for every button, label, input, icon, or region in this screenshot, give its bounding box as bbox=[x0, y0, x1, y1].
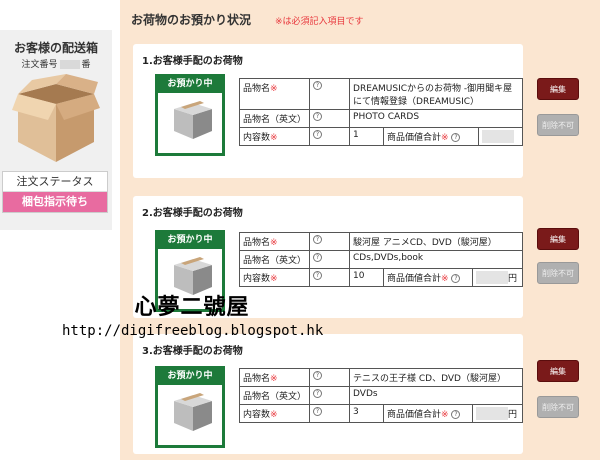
item-name-value: 駿河屋 アニメCD、DVD（駿河屋） bbox=[349, 232, 523, 251]
value-total-header: 商品価値合計※ ? bbox=[383, 268, 473, 287]
delete-disabled-button: 削除不可 bbox=[537, 262, 579, 284]
order-number-masked bbox=[59, 60, 80, 69]
watermark-title: 心夢二號屋 bbox=[134, 295, 250, 320]
help-icon[interactable]: ? bbox=[309, 78, 351, 110]
package-status-panel: お荷物のお預かり状況 ※は必須記入項目です 1.お客様手配のお荷物 お預かり中 品… bbox=[120, 0, 600, 460]
order-number: 注文番号 番 bbox=[0, 57, 112, 70]
item-name-header: 品物名※ bbox=[238, 232, 311, 251]
order-number-suffix: 番 bbox=[81, 60, 91, 70]
required-note: ※は必須記入項目です bbox=[275, 17, 364, 27]
item-name-en-value: CDs,DVDs,book bbox=[349, 250, 523, 269]
help-icon[interactable]: ? bbox=[451, 410, 461, 419]
package-card-title: 2.お客様手配のお荷物 bbox=[142, 208, 243, 219]
package-details-table: 品物名※ ? テニスの王子様 CD、DVD（駿河屋） 品物名（英文） ? DVD… bbox=[238, 368, 523, 423]
item-name-en-header: 品物名（英文） bbox=[238, 250, 311, 269]
value-total-value: 円 bbox=[472, 404, 523, 423]
in-storage-badge-label: お預かり中 bbox=[158, 233, 222, 249]
quantity-value: 1 bbox=[349, 127, 385, 146]
package-details-table: 品物名※ ? DREAMUSICからのお荷物 -御用聞キ屋にて情報登録（DREA… bbox=[238, 78, 523, 146]
sidebar-title: お客様の配送箱 bbox=[13, 41, 98, 55]
quantity-value: 10 bbox=[349, 268, 385, 287]
edit-button[interactable]: 編集 bbox=[537, 228, 579, 250]
order-number-label: 注文番号 bbox=[21, 60, 58, 70]
quantity-value: 3 bbox=[349, 404, 385, 423]
help-icon[interactable]: ? bbox=[309, 368, 351, 387]
help-icon[interactable]: ? bbox=[309, 386, 351, 405]
package-box-icon bbox=[174, 101, 212, 139]
value-total-masked bbox=[476, 407, 508, 420]
help-icon[interactable]: ? bbox=[309, 250, 351, 269]
value-total-value bbox=[478, 127, 523, 146]
value-total-header: 商品価値合計※ ? bbox=[383, 404, 473, 423]
help-icon[interactable]: ? bbox=[309, 127, 351, 146]
edit-button[interactable]: 編集 bbox=[537, 78, 579, 100]
order-status-badge: 梱包指示待ち bbox=[3, 192, 107, 212]
item-name-en-header: 品物名（英文） bbox=[238, 109, 311, 128]
help-icon[interactable]: ? bbox=[309, 109, 351, 128]
package-card-1: 1.お客様手配のお荷物 お預かり中 品物名※ ? DREAMUSICからのお荷物… bbox=[133, 44, 579, 178]
in-storage-badge-label: お預かり中 bbox=[158, 77, 222, 93]
value-total-header: 商品価値合計※ ? bbox=[383, 127, 479, 146]
item-name-en-value: PHOTO CARDS bbox=[349, 109, 523, 128]
quantity-header: 内容数※ bbox=[238, 127, 311, 146]
delete-disabled-button: 削除不可 bbox=[537, 114, 579, 136]
value-total-masked bbox=[482, 130, 514, 143]
panel-title: お荷物のお預かり状況 bbox=[131, 13, 252, 27]
order-status-label: 注文ステータス bbox=[3, 172, 107, 192]
package-card-3: 3.お客様手配のお荷物 お預かり中 品物名※ ? テニスの王子様 CD、DVD（… bbox=[133, 334, 579, 454]
help-icon[interactable]: ? bbox=[451, 274, 461, 283]
package-details-table: 品物名※ ? 駿河屋 アニメCD、DVD（駿河屋） 品物名（英文） ? CDs,… bbox=[238, 232, 523, 287]
item-name-value: テニスの王子様 CD、DVD（駿河屋） bbox=[349, 368, 523, 387]
item-name-en-header: 品物名（英文） bbox=[238, 386, 311, 405]
in-storage-badge: お預かり中 bbox=[155, 74, 225, 156]
quantity-header: 内容数※ bbox=[238, 404, 311, 423]
item-name-value: DREAMUSICからのお荷物 -御用聞キ屋にて情報登録（DREAMUSIC） bbox=[349, 78, 523, 110]
order-status-box: 注文ステータス 梱包指示待ち bbox=[2, 171, 108, 213]
quantity-header: 内容数※ bbox=[238, 268, 311, 287]
cardboard-box-icon bbox=[12, 74, 100, 170]
help-icon[interactable]: ? bbox=[451, 133, 461, 142]
item-name-header: 品物名※ bbox=[238, 368, 311, 387]
help-icon[interactable]: ? bbox=[309, 404, 351, 423]
item-name-en-value: DVDs bbox=[349, 386, 523, 405]
delete-disabled-button: 削除不可 bbox=[537, 396, 579, 418]
in-storage-badge: お預かり中 bbox=[155, 366, 225, 448]
help-icon[interactable]: ? bbox=[309, 268, 351, 287]
value-total-value: 円 bbox=[472, 268, 523, 287]
panel-header: お荷物のお預かり状況 ※は必須記入項目です bbox=[131, 11, 364, 28]
edit-button[interactable]: 編集 bbox=[537, 360, 579, 382]
watermark-url: http://digifreeblog.blogspot.hk bbox=[62, 323, 324, 339]
package-card-title: 1.お客様手配のお荷物 bbox=[142, 56, 243, 67]
item-name-header: 品物名※ bbox=[238, 78, 311, 110]
help-icon[interactable]: ? bbox=[309, 232, 351, 251]
package-card-title: 3.お客様手配のお荷物 bbox=[142, 346, 243, 357]
blog-watermark: 心夢二號屋 http://digifreeblog.blogspot.hk bbox=[62, 289, 324, 339]
value-total-masked bbox=[476, 271, 508, 284]
package-box-icon bbox=[174, 393, 212, 431]
shipping-box-sidebar: お客様の配送箱 注文番号 番 注文ステータス 梱包指示待ち bbox=[0, 30, 112, 230]
in-storage-badge-label: お預かり中 bbox=[158, 369, 222, 385]
